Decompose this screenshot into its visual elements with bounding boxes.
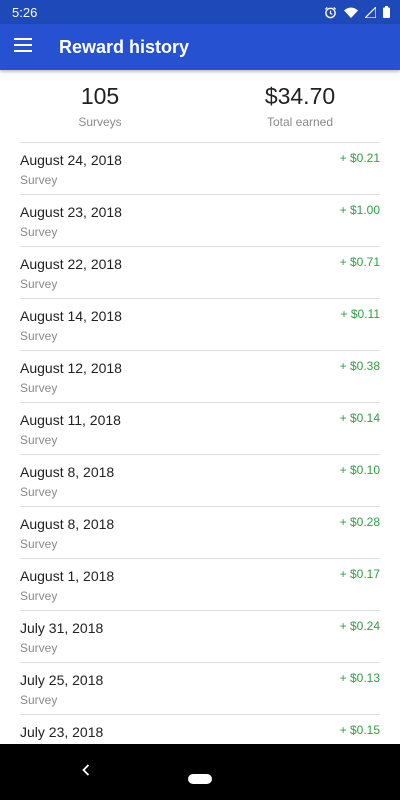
reward-amount: + $0.15 (339, 723, 380, 737)
total-earned-stat: $34.70 Total earned (200, 70, 400, 142)
list-item[interactable]: August 14, 2018 Survey + $0.11 (20, 298, 380, 350)
page-title: Reward history (59, 36, 190, 57)
list-item[interactable]: July 25, 2018 Survey + $0.13 (20, 662, 380, 714)
list-item[interactable]: July 23, 2018 Survey + $0.15 (20, 714, 380, 744)
system-nav-bar (0, 744, 400, 800)
reward-list: August 24, 2018 Survey + $0.21 August 23… (20, 142, 380, 744)
reward-amount: + $0.24 (339, 619, 380, 633)
surveys-label: Surveys (78, 115, 122, 129)
back-button[interactable] (76, 762, 96, 782)
list-item[interactable]: August 22, 2018 Survey + $0.71 (20, 246, 380, 298)
reward-type: Survey (20, 277, 58, 291)
reward-type: Survey (20, 641, 58, 655)
list-item[interactable]: July 31, 2018 Survey + $0.24 (20, 610, 380, 662)
reward-type: Survey (20, 381, 58, 395)
reward-type: Survey (20, 589, 58, 603)
menu-button[interactable] (0, 24, 46, 70)
list-item[interactable]: August 11, 2018 Survey + $0.14 (20, 402, 380, 454)
status-icons (324, 6, 390, 19)
status-bar: 5:26 (0, 0, 400, 24)
reward-date: August 24, 2018 (20, 152, 122, 168)
reward-type: Survey (20, 693, 58, 707)
list-item[interactable]: August 8, 2018 Survey + $0.10 (20, 454, 380, 506)
reward-type: Survey (20, 537, 58, 551)
reward-amount: + $0.10 (339, 463, 380, 477)
reward-amount: + $0.71 (339, 255, 380, 269)
reward-type: Survey (20, 225, 58, 239)
reward-history-content[interactable]: 105 Surveys $34.70 Total earned August 2… (0, 70, 400, 744)
list-item[interactable]: August 23, 2018 Survey + $1.00 (20, 194, 380, 246)
reward-type: Survey (20, 329, 58, 343)
reward-date: August 22, 2018 (20, 256, 122, 272)
alarm-icon (324, 6, 337, 19)
surveys-count: 105 (80, 83, 120, 109)
total-earned-label: Total earned (266, 115, 334, 129)
menu-icon (14, 37, 32, 57)
reward-date: August 8, 2018 (20, 516, 115, 532)
reward-date: August 12, 2018 (20, 360, 122, 376)
list-item[interactable]: August 1, 2018 Survey + $0.17 (20, 558, 380, 610)
reward-type: Survey (20, 173, 58, 187)
reward-date: August 23, 2018 (20, 204, 122, 220)
list-item[interactable]: August 8, 2018 Survey + $0.28 (20, 506, 380, 558)
reward-amount: + $0.11 (340, 307, 380, 321)
reward-date: August 11, 2018 (20, 412, 121, 428)
reward-date: August 8, 2018 (20, 464, 115, 480)
cell-signal-icon (365, 6, 376, 18)
reward-amount: + $0.21 (339, 151, 380, 165)
reward-amount: + $0.28 (339, 515, 380, 529)
list-item[interactable]: August 24, 2018 Survey + $0.21 (20, 142, 380, 194)
reward-date: August 1, 2018 (20, 568, 115, 584)
status-time: 5:26 (12, 4, 38, 20)
list-item[interactable]: August 12, 2018 Survey + $0.38 (20, 350, 380, 402)
reward-amount: + $0.14 (339, 411, 380, 425)
reward-date: July 25, 2018 (20, 672, 104, 688)
home-pill-icon[interactable] (188, 774, 212, 784)
reward-date: July 23, 2018 (20, 724, 104, 740)
reward-amount: + $1.00 (339, 203, 380, 217)
wifi-icon (344, 7, 358, 18)
total-earned-value: $34.70 (264, 83, 336, 109)
surveys-stat: 105 Surveys (0, 70, 200, 142)
reward-amount: + $0.13 (339, 671, 380, 685)
summary-panel: 105 Surveys $34.70 Total earned (0, 70, 400, 142)
reward-amount: + $0.17 (339, 567, 380, 581)
battery-icon (383, 6, 390, 18)
reward-type: Survey (20, 433, 58, 447)
reward-date: August 14, 2018 (20, 308, 122, 324)
reward-amount: + $0.38 (339, 359, 380, 373)
back-chevron-icon (82, 763, 90, 781)
reward-date: July 31, 2018 (20, 620, 104, 636)
app-bar: Reward history (0, 24, 400, 70)
reward-type: Survey (20, 485, 58, 499)
